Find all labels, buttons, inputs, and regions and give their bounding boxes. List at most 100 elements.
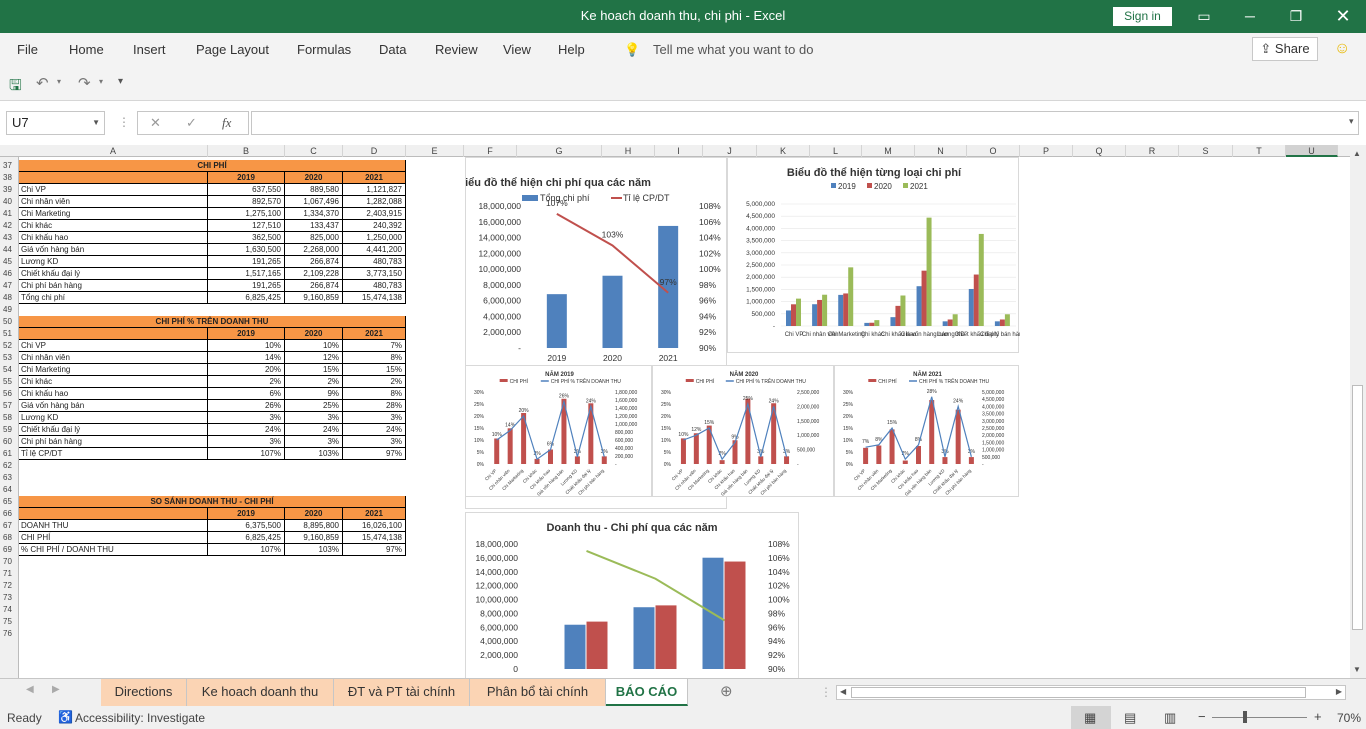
value-cell[interactable]: 25% (285, 400, 343, 412)
vertical-scrollbar[interactable]: ▲ ▼ (1350, 145, 1366, 678)
column-header[interactable]: O (967, 145, 1020, 157)
tab-page-layout[interactable]: Page Layout (196, 42, 269, 57)
row-header[interactable]: 51 (0, 328, 18, 340)
row-header[interactable]: 42 (0, 220, 18, 232)
value-cell[interactable]: 107% (208, 448, 285, 460)
row-header[interactable]: 49 (0, 304, 18, 316)
value-cell[interactable]: 24% (285, 424, 343, 436)
value-cell[interactable]: 1,282,088 (343, 196, 406, 208)
column-header[interactable]: L (810, 145, 862, 157)
value-cell[interactable]: 1,275,100 (208, 208, 285, 220)
value-cell[interactable]: 9,160,859 (285, 532, 343, 544)
row-header[interactable]: 76 (0, 628, 18, 640)
column-header[interactable]: C (285, 145, 343, 157)
column-header[interactable]: B (208, 145, 285, 157)
value-cell[interactable]: 480,783 (343, 280, 406, 292)
row-label[interactable]: Chi khấu hao (19, 232, 208, 244)
row-label[interactable]: Lương KD (19, 256, 208, 268)
restore-icon[interactable]: ❐ (1273, 0, 1319, 33)
row-label[interactable]: Chi khác (19, 376, 208, 388)
row-header[interactable]: 43 (0, 232, 18, 244)
row-label[interactable]: Chi khấu hao (19, 388, 208, 400)
tab-review[interactable]: Review (435, 42, 478, 57)
vertical-scroll-thumb[interactable] (1352, 385, 1363, 630)
scroll-left-icon[interactable]: ◀ (840, 687, 846, 696)
row-label[interactable]: % CHI PHÍ / DOANH THU (19, 544, 208, 556)
row-header[interactable]: 69 (0, 544, 18, 556)
value-cell[interactable]: 362,500 (208, 232, 285, 244)
chart-revenue-cost[interactable]: Doanh thu - Chi phí qua các năm 18,000,00… (465, 512, 799, 678)
value-cell[interactable]: 10% (285, 340, 343, 352)
customize-qat-icon[interactable]: ▾ (118, 76, 123, 87)
column-header[interactable]: R (1126, 145, 1179, 157)
row-header[interactable]: 65 (0, 496, 18, 508)
value-cell[interactable]: 15% (343, 364, 406, 376)
value-cell[interactable]: 2,403,915 (343, 208, 406, 220)
row-header[interactable]: 39 (0, 184, 18, 196)
value-cell[interactable]: 637,550 (208, 184, 285, 196)
column-header[interactable]: Q (1073, 145, 1126, 157)
value-cell[interactable]: 9,160,859 (285, 292, 343, 304)
row-label[interactable]: Chi phí bán hàng (19, 436, 208, 448)
table-title[interactable]: SO SÁNH DOANH THU - CHI PHÍ (19, 496, 406, 508)
row-header[interactable]: 46 (0, 268, 18, 280)
value-cell[interactable]: 3% (208, 436, 285, 448)
share-button[interactable]: ⇪ Share (1252, 37, 1318, 61)
name-box-dropdown-icon[interactable]: ▼ (92, 112, 100, 134)
value-cell[interactable]: 2,109,228 (285, 268, 343, 280)
row-label[interactable]: DOANH THU (19, 520, 208, 532)
row-header[interactable]: 60 (0, 436, 18, 448)
value-cell[interactable]: 103% (285, 544, 343, 556)
row-header[interactable]: 74 (0, 604, 18, 616)
value-cell[interactable]: 8% (343, 388, 406, 400)
table-header-blank[interactable] (19, 328, 208, 340)
value-cell[interactable]: 2% (285, 376, 343, 388)
value-cell[interactable]: 12% (285, 352, 343, 364)
table-title[interactable]: CHI PHÍ % TRÊN DOANH THU (19, 316, 406, 328)
year-header[interactable]: 2020 (285, 328, 343, 340)
value-cell[interactable]: 1,121,827 (343, 184, 406, 196)
value-cell[interactable]: 10% (208, 340, 285, 352)
scroll-down-icon[interactable]: ▼ (1353, 665, 1361, 674)
value-cell[interactable]: 3% (285, 412, 343, 424)
chart-year-2020[interactable]: NĂM 2020 CHI PHÍ CHI PHÍ % TRÊN DOANH THU 3… (652, 365, 834, 497)
row-header[interactable]: 53 (0, 352, 18, 364)
value-cell[interactable]: 2% (343, 376, 406, 388)
value-cell[interactable]: 892,570 (208, 196, 285, 208)
value-cell[interactable]: 889,580 (285, 184, 343, 196)
row-header[interactable]: 67 (0, 520, 18, 532)
year-header[interactable]: 2019 (208, 172, 285, 184)
row-header[interactable]: 57 (0, 400, 18, 412)
row-header[interactable]: 72 (0, 580, 18, 592)
row-header[interactable]: 41 (0, 208, 18, 220)
tell-me-search[interactable]: Tell me what you want to do (653, 42, 813, 57)
value-cell[interactable]: 6% (208, 388, 285, 400)
row-header[interactable]: 61 (0, 448, 18, 460)
close-icon[interactable]: ✕ (1320, 0, 1366, 33)
row-header[interactable]: 47 (0, 280, 18, 292)
value-cell[interactable]: 97% (343, 544, 406, 556)
row-label[interactable]: Chiết khấu đại lý (19, 424, 208, 436)
row-header[interactable]: 66 (0, 508, 18, 520)
value-cell[interactable]: 7% (343, 340, 406, 352)
expand-formula-icon[interactable]: ▾ (1349, 116, 1354, 127)
name-box[interactable]: U7 ▼ (6, 111, 105, 135)
value-cell[interactable]: 9% (285, 388, 343, 400)
value-cell[interactable]: 3% (208, 412, 285, 424)
column-header[interactable]: E (406, 145, 464, 157)
value-cell[interactable]: 2% (208, 376, 285, 388)
page-break-view-icon[interactable]: ▥ (1164, 710, 1176, 726)
zoom-level[interactable]: 70% (1337, 711, 1361, 725)
tab-data[interactable]: Data (379, 42, 406, 57)
column-header[interactable]: P (1020, 145, 1073, 157)
row-header[interactable]: 38 (0, 172, 18, 184)
column-header[interactable]: A (19, 145, 208, 157)
value-cell[interactable]: 191,265 (208, 280, 285, 292)
value-cell[interactable]: 240,392 (343, 220, 406, 232)
value-cell[interactable]: 15% (285, 364, 343, 376)
horizontal-scroll-thumb[interactable] (851, 687, 1306, 698)
formula-input[interactable] (251, 111, 1359, 135)
tabs-splitter-icon[interactable]: ⋮ (820, 685, 832, 699)
row-header[interactable]: 59 (0, 424, 18, 436)
accessibility-status[interactable]: Accessibility: Investigate (75, 711, 205, 725)
